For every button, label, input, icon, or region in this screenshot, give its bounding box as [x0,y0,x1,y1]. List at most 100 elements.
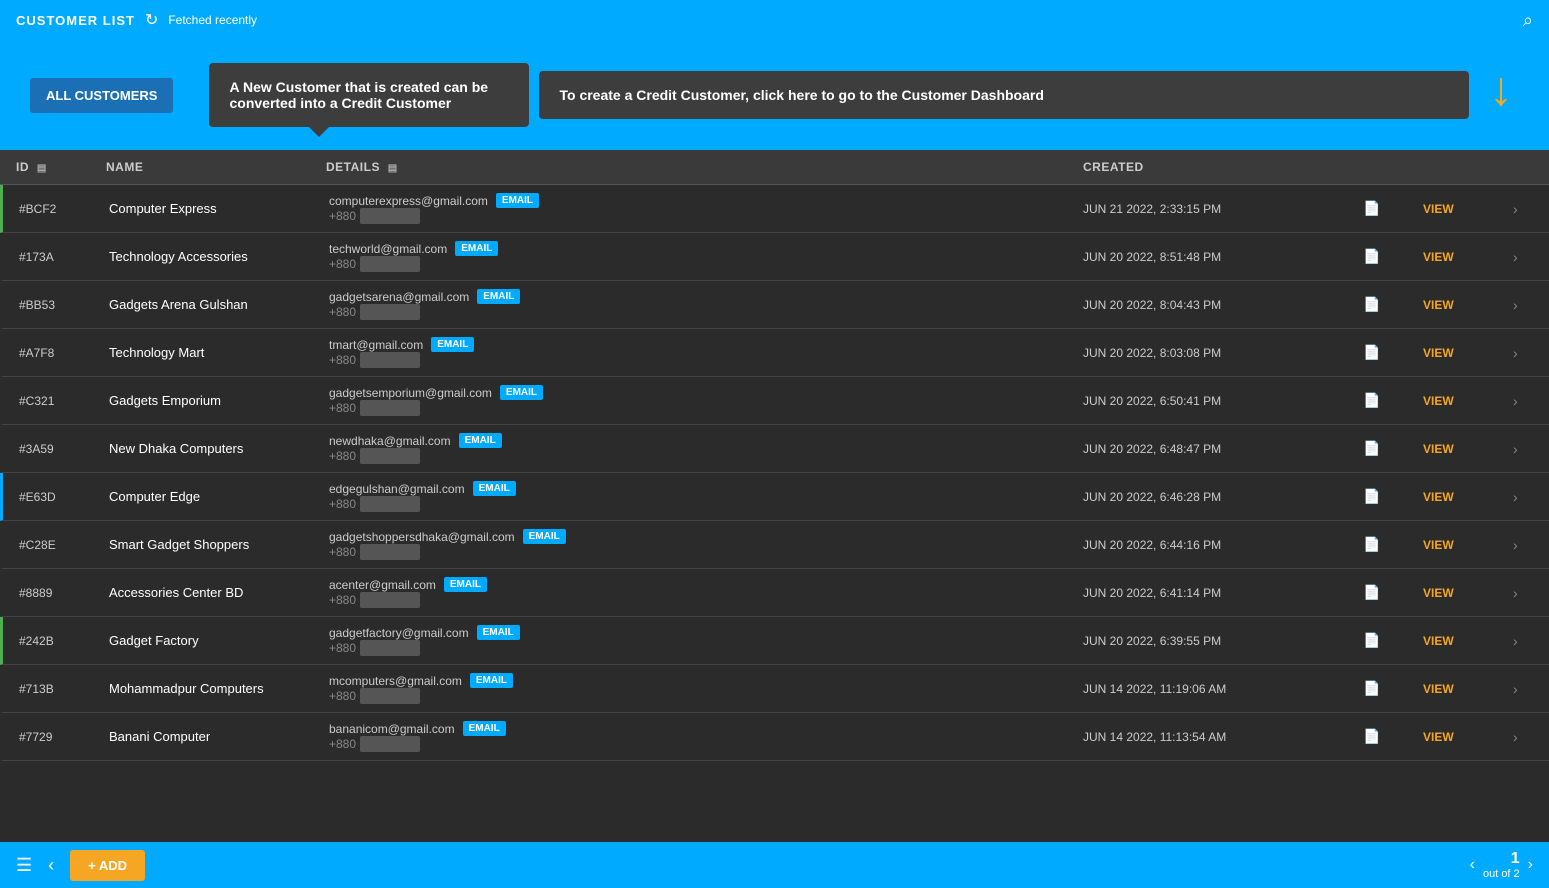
view-label: VIEW [1423,394,1454,408]
view-button[interactable]: VIEW [1423,682,1513,696]
view-button[interactable]: VIEW [1423,490,1513,504]
header-tooltip-area: ALL CUSTOMERS A New Customer that is cre… [0,40,1549,150]
view-label: VIEW [1423,298,1454,312]
table-row[interactable]: #C28E Smart Gadget Shoppers gadgetshoppe… [0,521,1549,569]
table-row[interactable]: #C321 Gadgets Emporium gadgetsemporium@g… [0,377,1549,425]
yellow-arrow-icon: ↓ [1489,66,1513,114]
view-button[interactable]: VIEW [1423,442,1513,456]
view-button[interactable]: VIEW [1423,202,1513,216]
email-badge: EMAIL [496,193,539,208]
phone-redacted [360,736,420,752]
view-button[interactable]: VIEW [1423,298,1513,312]
row-details: acenter@gmail.com EMAIL +880 [329,577,1083,608]
table-row[interactable]: #BB53 Gadgets Arena Gulshan gadgetsarena… [0,281,1549,329]
col-created: CREATED [1083,160,1363,174]
view-button[interactable]: VIEW [1423,586,1513,600]
phone-redacted [360,256,420,272]
top-bar-left: CUSTOMER LIST ↻ Fetched recently [16,10,257,30]
view-button[interactable]: VIEW [1423,730,1513,744]
view-button[interactable]: VIEW [1423,346,1513,360]
row-details: gadgetsarena@gmail.com EMAIL +880 [329,289,1083,320]
bottom-left-actions: ☰ ‹ + ADD [16,850,145,881]
phone-redacted [360,304,420,320]
table-row[interactable]: #173A Technology Accessories techworld@g… [0,233,1549,281]
row-name: Technology Accessories [109,249,329,264]
row-name: Mohammadpur Computers [109,681,329,696]
add-customer-button[interactable]: + ADD [70,850,145,881]
row-details: gadgetshoppersdhaka@gmail.com EMAIL +880 [329,529,1083,560]
right-tooltip-section: To create a Credit Customer, click here … [539,71,1549,119]
row-email: techworld@gmail.com [329,242,447,256]
view-button[interactable]: VIEW [1423,394,1513,408]
view-button[interactable]: VIEW [1423,538,1513,552]
row-phone: +880 [329,305,356,319]
row-details: edgegulshan@gmail.com EMAIL +880 [329,481,1083,512]
phone-redacted [360,544,420,560]
chevron-right-icon: › [1513,393,1533,409]
view-label: VIEW [1423,730,1454,744]
sync-icon[interactable]: ↻ [145,10,158,30]
back-button[interactable]: ‹ [48,855,54,876]
row-id: #713B [19,682,109,696]
row-name: Banani Computer [109,729,329,744]
table-row[interactable]: #8889 Accessories Center BD acenter@gmai… [0,569,1549,617]
all-customers-button[interactable]: ALL CUSTOMERS [30,78,173,113]
col-actions2 [1423,160,1513,174]
document-icon: 📄 [1363,728,1423,745]
page-number: 1 [1483,850,1520,868]
document-icon: 📄 [1363,680,1423,697]
row-details: computerexpress@gmail.com EMAIL +880 [329,193,1083,224]
row-name: Computer Edge [109,489,329,504]
left-tooltip-section: ALL CUSTOMERS A New Customer that is cre… [0,63,539,127]
table-row[interactable]: #E63D Computer Edge edgegulshan@gmail.co… [0,473,1549,521]
row-name: Computer Express [109,201,329,216]
row-phone: +880 [329,353,356,367]
view-button[interactable]: VIEW [1423,250,1513,264]
hamburger-menu-icon[interactable]: ☰ [16,855,32,876]
row-id: #3A59 [19,442,109,456]
row-created: JUN 20 2022, 6:46:28 PM [1083,490,1363,504]
document-icon: 📄 [1363,392,1423,409]
credit-tooltip[interactable]: To create a Credit Customer, click here … [539,71,1469,119]
view-button[interactable]: VIEW [1423,634,1513,648]
email-badge: EMAIL [477,289,520,304]
row-details: gadgetsemporium@gmail.com EMAIL +880 [329,385,1083,416]
chevron-right-icon: › [1513,585,1533,601]
row-name: Gadgets Arena Gulshan [109,297,329,312]
row-name: Accessories Center BD [109,585,329,600]
row-details: mcomputers@gmail.com EMAIL +880 [329,673,1083,704]
view-label: VIEW [1423,682,1454,696]
search-icon[interactable]: ⌕ [1523,10,1533,31]
row-id: #8889 [19,586,109,600]
table-row[interactable]: #A7F8 Technology Mart tmart@gmail.com EM… [0,329,1549,377]
table-row[interactable]: #7729 Banani Computer bananicom@gmail.co… [0,713,1549,761]
chevron-right-icon: › [1513,345,1533,361]
prev-page-button[interactable]: ‹ [1470,856,1475,874]
document-icon: 📄 [1363,584,1423,601]
document-icon: 📄 [1363,488,1423,505]
document-icon: 📄 [1363,296,1423,313]
row-id: #C321 [19,394,109,408]
row-phone: +880 [329,545,356,559]
table-row[interactable]: #242B Gadget Factory gadgetfactory@gmail… [0,617,1549,665]
row-created: JUN 20 2022, 8:51:48 PM [1083,250,1363,264]
chevron-right-icon: › [1513,537,1533,553]
row-details: bananicom@gmail.com EMAIL +880 [329,721,1083,752]
table-row[interactable]: #BCF2 Computer Express computerexpress@g… [0,185,1549,233]
document-icon: 📄 [1363,440,1423,457]
table-row[interactable]: #3A59 New Dhaka Computers newdhaka@gmail… [0,425,1549,473]
row-created: JUN 14 2022, 11:13:54 AM [1083,730,1363,744]
view-label: VIEW [1423,586,1454,600]
row-email: gadgetshoppersdhaka@gmail.com [329,530,515,544]
next-page-button[interactable]: › [1528,856,1533,874]
row-phone: +880 [329,449,356,463]
new-customer-tooltip: A New Customer that is created can be co… [209,63,529,127]
row-email: gadgetsarena@gmail.com [329,290,469,304]
table-row[interactable]: #713B Mohammadpur Computers mcomputers@g… [0,665,1549,713]
document-icon: 📄 [1363,248,1423,265]
pagination: ‹ 1 out of 2 › [1470,850,1533,880]
email-badge: EMAIL [523,529,566,544]
row-phone: +880 [329,257,356,271]
document-icon: 📄 [1363,632,1423,649]
row-phone: +880 [329,689,356,703]
